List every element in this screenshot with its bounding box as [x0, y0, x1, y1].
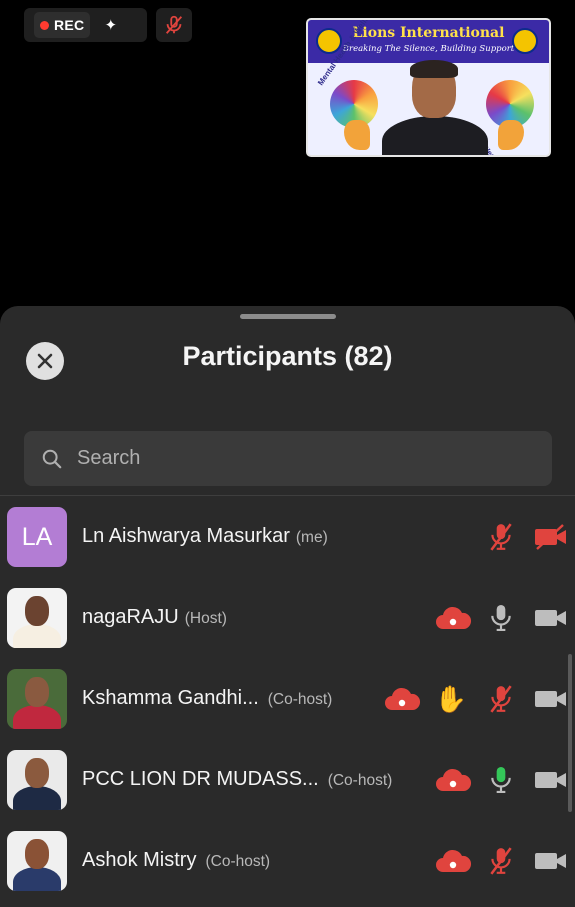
- participant-row[interactable]: PCC LION DR MUDASS... (Co-host): [0, 739, 575, 820]
- recording-indicator[interactable]: REC ✦: [24, 8, 147, 42]
- head-graphic: [344, 120, 370, 150]
- video-off-icon: [535, 524, 566, 550]
- video-icon: [535, 610, 566, 626]
- mic-muted-button[interactable]: [484, 682, 518, 716]
- avatar: [7, 588, 67, 648]
- mic-muted-button[interactable]: [156, 8, 192, 42]
- mic-off-icon: [165, 15, 183, 34]
- avatar: [7, 669, 67, 729]
- mic-muted-button[interactable]: [484, 520, 518, 554]
- participant-role: (Host): [184, 610, 227, 627]
- mic-off-icon: [490, 847, 512, 875]
- video-icon: [535, 772, 566, 788]
- mic-button[interactable]: [486, 601, 516, 635]
- rec-badge: REC: [34, 12, 91, 38]
- participant-name-line: Kshamma Gandhi... (Co-host): [82, 687, 332, 710]
- mic-speaking-icon: [491, 767, 511, 793]
- participant-name-line: Ashok Mistry (Co-host): [82, 849, 270, 872]
- video-thumbnail[interactable]: Lions International Breaking The Silence…: [306, 18, 551, 157]
- participant-name-line: PCC LION DR MUDASS... (Co-host): [82, 768, 392, 791]
- record-dot-icon: [40, 20, 49, 30]
- search-icon: [42, 449, 62, 468]
- lions-logo-icon: [512, 28, 538, 54]
- video-button[interactable]: [532, 601, 570, 635]
- video-button[interactable]: [532, 844, 570, 878]
- participant-role: (Co-host): [267, 691, 333, 708]
- participant-name-line: Ln Aishwarya Masurkar (me): [82, 525, 328, 548]
- participant-name: Ln Aishwarya Masurkar: [82, 525, 290, 547]
- mic-off-icon: [490, 523, 512, 551]
- participants-panel: Participants (82) LA Ln Aishwarya Masurk…: [0, 306, 575, 907]
- raised-hand-icon: ✋: [434, 683, 468, 714]
- avatar: [7, 831, 67, 891]
- scrollbar[interactable]: [568, 654, 572, 812]
- cloud-record-icon: [383, 682, 421, 716]
- video-off-button[interactable]: [532, 520, 570, 554]
- speaker-video: [380, 60, 490, 155]
- mic-off-icon: [490, 685, 512, 713]
- participant-name-line: nagaRAJU (Host): [82, 606, 227, 629]
- head-graphic: [498, 120, 524, 150]
- participant-row[interactable]: Kshamma Gandhi... (Co-host) ✋: [0, 658, 575, 739]
- cloud-record-icon: [434, 763, 472, 797]
- cloud-record-icon: [434, 601, 472, 635]
- participant-name: Ashok Mistry: [82, 849, 197, 871]
- drag-handle[interactable]: [240, 314, 336, 319]
- cloud-record-icon: [434, 844, 472, 878]
- search-input[interactable]: [77, 447, 517, 470]
- video-icon: [535, 691, 566, 707]
- video-button[interactable]: [532, 763, 570, 797]
- participant-role: (Co-host): [205, 853, 271, 870]
- participant-name: PCC LION DR MUDASS...: [82, 768, 319, 790]
- video-icon: [535, 853, 566, 869]
- participant-role: (me): [295, 529, 328, 546]
- avatar: LA: [7, 507, 67, 567]
- video-button[interactable]: [532, 682, 570, 716]
- participant-row[interactable]: nagaRAJU (Host): [0, 577, 575, 658]
- participant-row[interactable]: Ashok Mistry (Co-host): [0, 820, 575, 901]
- search-bar[interactable]: [24, 431, 552, 486]
- panel-title: Participants (82): [182, 341, 393, 371]
- avatar: [7, 750, 67, 810]
- rec-label: REC: [54, 17, 85, 33]
- participant-name: Kshamma Gandhi...: [82, 687, 259, 709]
- participant-row[interactable]: LA Ln Aishwarya Masurkar (me): [0, 496, 575, 577]
- participant-role: (Co-host): [327, 772, 393, 789]
- mic-muted-button[interactable]: [484, 844, 518, 878]
- mic-speaking-button[interactable]: [486, 763, 516, 797]
- participant-name: nagaRAJU: [82, 606, 179, 628]
- mic-icon: [491, 605, 511, 631]
- sparkle-icon[interactable]: ✦: [104, 16, 117, 34]
